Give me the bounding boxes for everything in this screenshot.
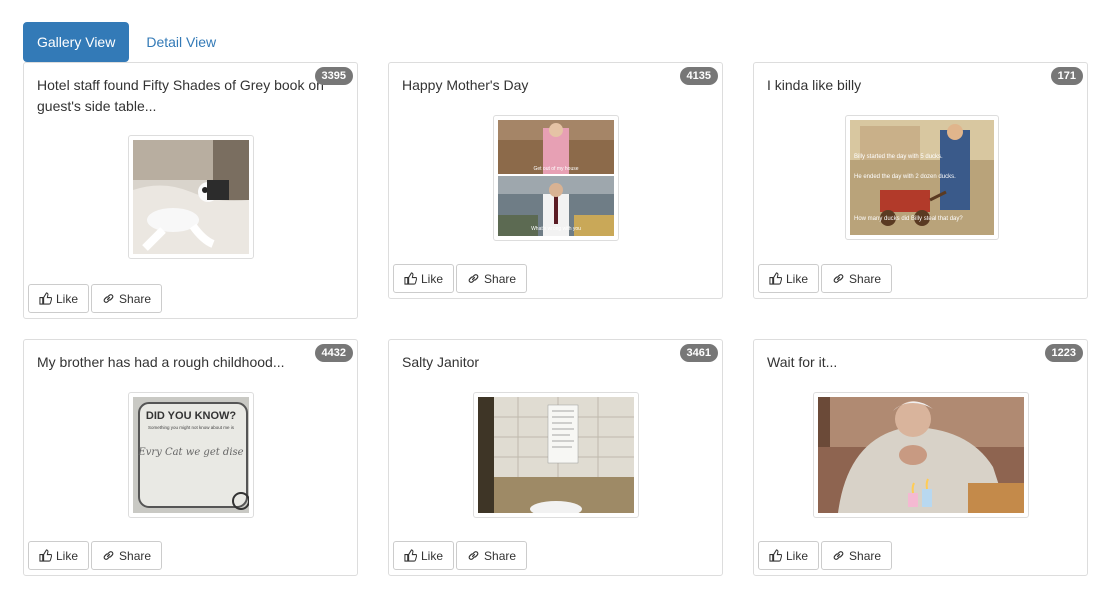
like-label: Like	[421, 548, 444, 563]
thumbs-up-icon	[39, 292, 52, 305]
link-icon	[833, 274, 844, 283]
card-actions: Like Share	[758, 264, 894, 293]
vote-count-badge: 171	[1050, 67, 1083, 85]
gallery-card: Hotel staff found Fifty Shades of Grey b…	[23, 62, 358, 319]
vote-count-badge: 3395	[314, 67, 353, 85]
share-button[interactable]: Share	[456, 264, 528, 293]
tab-detail-view[interactable]: Detail View	[132, 22, 230, 62]
share-button[interactable]: Share	[456, 541, 528, 570]
card-image[interactable]	[813, 392, 1029, 518]
link-icon	[833, 551, 844, 560]
card-image[interactable]: Billy started the day with 5 ducks. He e…	[845, 115, 999, 240]
vote-count-badge: 1223	[1044, 344, 1083, 362]
gallery-card: My brother has had a rough childhood... …	[23, 339, 358, 576]
card-title: Hotel staff found Fifty Shades of Grey b…	[37, 77, 324, 114]
link-icon	[468, 551, 479, 560]
card-actions: Like Share	[28, 541, 164, 570]
vote-count-badge: 4135	[679, 67, 718, 85]
vote-count-badge: 4432	[314, 344, 353, 362]
image-caption-line-3: How many ducks did Billy steal that day?	[854, 216, 963, 222]
tab-gallery-view[interactable]: Gallery View	[23, 22, 130, 62]
like-button[interactable]: Like	[28, 541, 90, 570]
card-image[interactable]: Get out of my house What's wrong with yo…	[493, 115, 619, 241]
thumbs-up-icon	[404, 272, 417, 285]
card-title: Happy Mother's Day	[402, 77, 529, 93]
meme-caption-bottom: What's wrong with you	[531, 226, 581, 232]
share-label: Share	[119, 291, 152, 306]
meme-caption-top: Get out of my house	[533, 166, 578, 172]
worksheet-prompt: Something you might not know about me is	[148, 425, 235, 430]
like-label: Like	[56, 291, 79, 306]
card-image[interactable]	[128, 135, 254, 259]
share-label: Share	[119, 548, 152, 563]
like-button[interactable]: Like	[758, 541, 820, 570]
card-image[interactable]	[473, 392, 639, 518]
card-actions: Like Share	[393, 541, 529, 570]
worksheet-answer: Evry Cat we get dise	[137, 447, 243, 458]
like-label: Like	[786, 271, 809, 286]
share-button[interactable]: Share	[91, 541, 163, 570]
image-caption-line-1: Billy started the day with 5 ducks.	[854, 154, 943, 160]
like-label: Like	[786, 548, 809, 563]
worksheet-heading: DID YOU KNOW?	[146, 410, 237, 422]
like-label: Like	[421, 271, 444, 286]
card-title: I kinda like billy	[767, 77, 862, 93]
gallery-card: Happy Mother's Day 4135 Get out of my ho…	[388, 62, 723, 299]
like-button[interactable]: Like	[28, 284, 90, 313]
like-button[interactable]: Like	[393, 541, 455, 570]
share-button[interactable]: Share	[821, 541, 893, 570]
vote-count-badge: 3461	[679, 344, 718, 362]
like-label: Like	[56, 548, 79, 563]
share-label: Share	[484, 271, 517, 286]
image-caption-line-2: He ended the day with 2 dozen ducks.	[854, 174, 956, 180]
link-icon	[103, 294, 114, 303]
card-actions: Like Share	[393, 264, 529, 293]
thumbs-up-icon	[404, 549, 417, 562]
card-title: Salty Janitor	[402, 354, 480, 370]
gallery-card: Salty Janitor 3461 Like Share	[388, 339, 723, 576]
share-label: Share	[849, 548, 882, 563]
link-icon	[468, 274, 479, 283]
share-label: Share	[849, 271, 882, 286]
card-image[interactable]: DID YOU KNOW? Something you might not kn…	[128, 392, 254, 518]
share-button[interactable]: Share	[91, 284, 163, 313]
link-icon	[103, 551, 114, 560]
thumbs-up-icon	[769, 549, 782, 562]
thumbs-up-icon	[39, 549, 52, 562]
card-actions: Like Share	[28, 284, 164, 313]
gallery-card: Wait for it... 1223 Like Share	[753, 339, 1088, 576]
like-button[interactable]: Like	[393, 264, 455, 293]
card-actions: Like Share	[758, 541, 894, 570]
gallery-card: I kinda like billy 171 Billy started the…	[753, 62, 1088, 299]
view-tabs: Gallery View Detail View	[23, 22, 230, 62]
share-label: Share	[484, 548, 517, 563]
share-button[interactable]: Share	[821, 264, 893, 293]
thumbs-up-icon	[769, 272, 782, 285]
card-title: Wait for it...	[767, 354, 838, 370]
like-button[interactable]: Like	[758, 264, 820, 293]
card-title: My brother has had a rough childhood...	[37, 354, 285, 370]
